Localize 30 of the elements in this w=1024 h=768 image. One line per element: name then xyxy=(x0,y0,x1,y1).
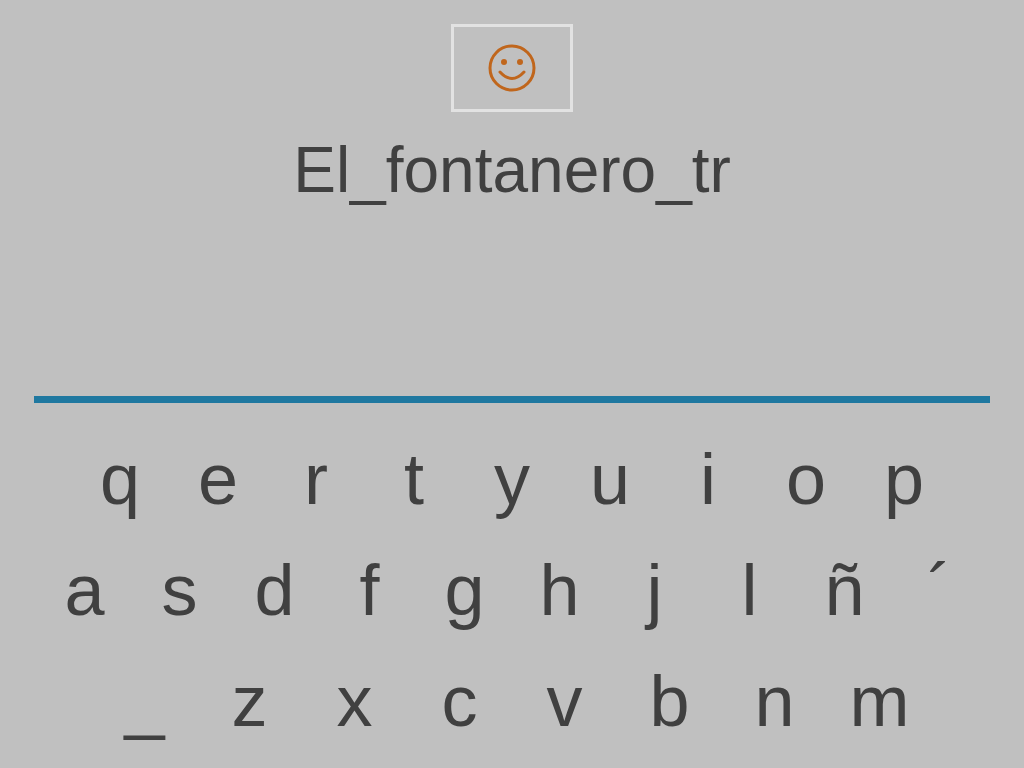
key[interactable]: _ xyxy=(92,657,197,744)
key[interactable]: d xyxy=(227,546,322,633)
key[interactable]: s xyxy=(132,546,227,633)
key[interactable]: z xyxy=(197,657,302,744)
key[interactable]: y xyxy=(463,435,561,522)
key[interactable]: o xyxy=(757,435,855,522)
key[interactable]: ñ xyxy=(797,546,892,633)
key[interactable]: j xyxy=(607,546,702,633)
key[interactable]: l xyxy=(702,546,797,633)
answer-text: El_fontanero_tr xyxy=(293,133,731,208)
smiley-icon xyxy=(487,43,537,93)
key[interactable]: q xyxy=(71,435,169,522)
key[interactable]: c xyxy=(407,657,512,744)
key[interactable]: v xyxy=(512,657,617,744)
key[interactable]: n xyxy=(722,657,827,744)
key[interactable]: i xyxy=(659,435,757,522)
key[interactable]: a xyxy=(37,546,132,633)
key[interactable]: b xyxy=(617,657,722,744)
key[interactable]: u xyxy=(561,435,659,522)
key[interactable]: x xyxy=(302,657,407,744)
key[interactable]: r xyxy=(267,435,365,522)
key[interactable]: m xyxy=(827,657,932,744)
key[interactable]: f xyxy=(322,546,417,633)
key[interactable]: ´ xyxy=(892,546,987,633)
key[interactable]: h xyxy=(512,546,607,633)
hint-button[interactable] xyxy=(451,24,573,112)
key[interactable]: g xyxy=(417,546,512,633)
key[interactable]: e xyxy=(169,435,267,522)
key[interactable]: t xyxy=(365,435,463,522)
key[interactable]: p xyxy=(855,435,953,522)
